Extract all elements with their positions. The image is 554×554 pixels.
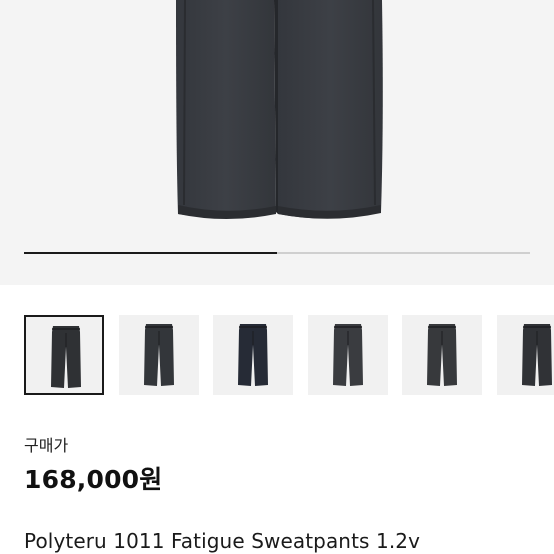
sweatpants-thumbnail-icon: [144, 324, 174, 386]
product-title: Polyteru 1011 Fatigue Sweatpants 1.2v: [24, 529, 421, 553]
sweatpants-thumbnail-icon: [51, 326, 81, 388]
sweatpants-thumbnail-icon: [427, 324, 457, 386]
thumbnail-strip: [24, 315, 554, 395]
thumbnail-5[interactable]: [402, 315, 482, 395]
sweatpants-photo: [176, 0, 383, 219]
thumbnail-4[interactable]: [308, 315, 388, 395]
price-value: 168,000원: [24, 465, 163, 494]
thumbnail-1[interactable]: [24, 315, 104, 395]
sweatpants-thumbnail-icon: [522, 324, 552, 386]
carousel-progress-fill: [24, 252, 277, 254]
thumbnail-3[interactable]: [213, 315, 293, 395]
thumbnail-2[interactable]: [119, 315, 199, 395]
sweatpants-thumbnail-icon: [333, 324, 363, 386]
thumbnail-6[interactable]: [497, 315, 554, 395]
price-label: 구매가: [24, 436, 69, 455]
product-image-carousel[interactable]: [0, 0, 554, 285]
sweatpants-thumbnail-icon: [238, 324, 268, 386]
carousel-progress-track: [24, 252, 530, 254]
